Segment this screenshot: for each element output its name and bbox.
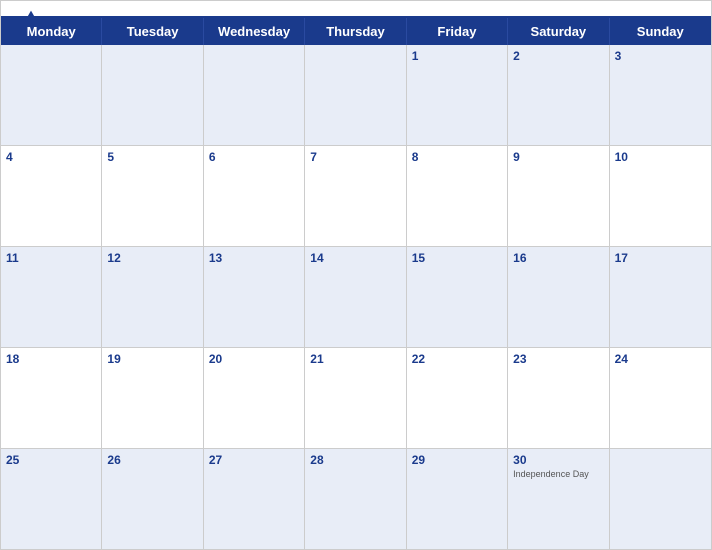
day-cell: 30 Independence Day [508,449,609,549]
day-number: 22 [412,352,502,366]
day-cell: 23 [508,348,609,448]
weeks-container: 1234567891011121314151617181920212223242… [1,45,711,549]
day-cell: 11 [1,247,102,347]
day-number: 11 [6,251,96,265]
logo [21,9,39,25]
day-cell: 5 [102,146,203,246]
day-cell: 15 [407,247,508,347]
day-header-thursday: Thursday [305,18,406,45]
day-number: 17 [615,251,706,265]
day-number: 4 [6,150,96,164]
day-number: 27 [209,453,299,467]
day-header-tuesday: Tuesday [102,18,203,45]
holiday-label: Independence Day [513,469,603,480]
day-cell: 2 [508,45,609,145]
day-cell [1,45,102,145]
day-cell: 14 [305,247,406,347]
day-number: 18 [6,352,96,366]
day-number: 19 [107,352,197,366]
day-cell: 12 [102,247,203,347]
day-number: 23 [513,352,603,366]
day-cell: 8 [407,146,508,246]
day-cell: 28 [305,449,406,549]
day-cell: 21 [305,348,406,448]
logo-icon [23,9,39,25]
day-number: 25 [6,453,96,467]
day-number: 14 [310,251,400,265]
day-number: 6 [209,150,299,164]
day-number: 29 [412,453,502,467]
week-row-4: 18 19 20 21 22 23 24 [1,348,711,449]
day-header-wednesday: Wednesday [204,18,305,45]
week-row-3: 11 12 13 14 15 16 17 [1,247,711,348]
day-header-saturday: Saturday [508,18,609,45]
day-number: 16 [513,251,603,265]
calendar: MondayTuesdayWednesdayThursdayFridaySatu… [0,0,712,550]
day-number: 30 [513,453,603,467]
day-cell: 4 [1,146,102,246]
day-cell: 16 [508,247,609,347]
day-headers-row: MondayTuesdayWednesdayThursdayFridaySatu… [1,18,711,45]
day-cell: 6 [204,146,305,246]
day-number: 5 [107,150,197,164]
day-number: 28 [310,453,400,467]
day-cell: 9 [508,146,609,246]
day-cell: 3 [610,45,711,145]
day-cell: 29 [407,449,508,549]
week-row-2: 456789 10 [1,146,711,247]
day-cell: 22 [407,348,508,448]
day-cell: 13 [204,247,305,347]
day-cell: 17 [610,247,711,347]
calendar-header [1,1,711,16]
day-cell: 25 [1,449,102,549]
day-cell: 19 [102,348,203,448]
day-cell: 26 [102,449,203,549]
day-cell: 7 [305,146,406,246]
day-header-friday: Friday [407,18,508,45]
day-cell [610,449,711,549]
day-number: 8 [412,150,502,164]
day-number: 9 [513,150,603,164]
day-number: 10 [615,150,706,164]
day-cell: 27 [204,449,305,549]
day-number: 24 [615,352,706,366]
day-number: 15 [412,251,502,265]
day-cell [102,45,203,145]
week-row-5: 25 26 27 28 29 30 Independence Day [1,449,711,549]
day-number: 1 [412,49,502,63]
day-number: 20 [209,352,299,366]
day-number: 3 [615,49,706,63]
day-number: 26 [107,453,197,467]
day-cell: 10 [610,146,711,246]
day-cell [305,45,406,145]
day-cell: 24 [610,348,711,448]
week-row-1: 123 [1,45,711,146]
day-number: 2 [513,49,603,63]
day-number: 7 [310,150,400,164]
day-number: 12 [107,251,197,265]
day-cell: 20 [204,348,305,448]
day-cell: 1 [407,45,508,145]
day-number: 13 [209,251,299,265]
day-header-monday: Monday [1,18,102,45]
day-cell [204,45,305,145]
day-header-sunday: Sunday [610,18,711,45]
calendar-grid: MondayTuesdayWednesdayThursdayFridaySatu… [1,16,711,549]
day-number: 21 [310,352,400,366]
day-cell: 18 [1,348,102,448]
